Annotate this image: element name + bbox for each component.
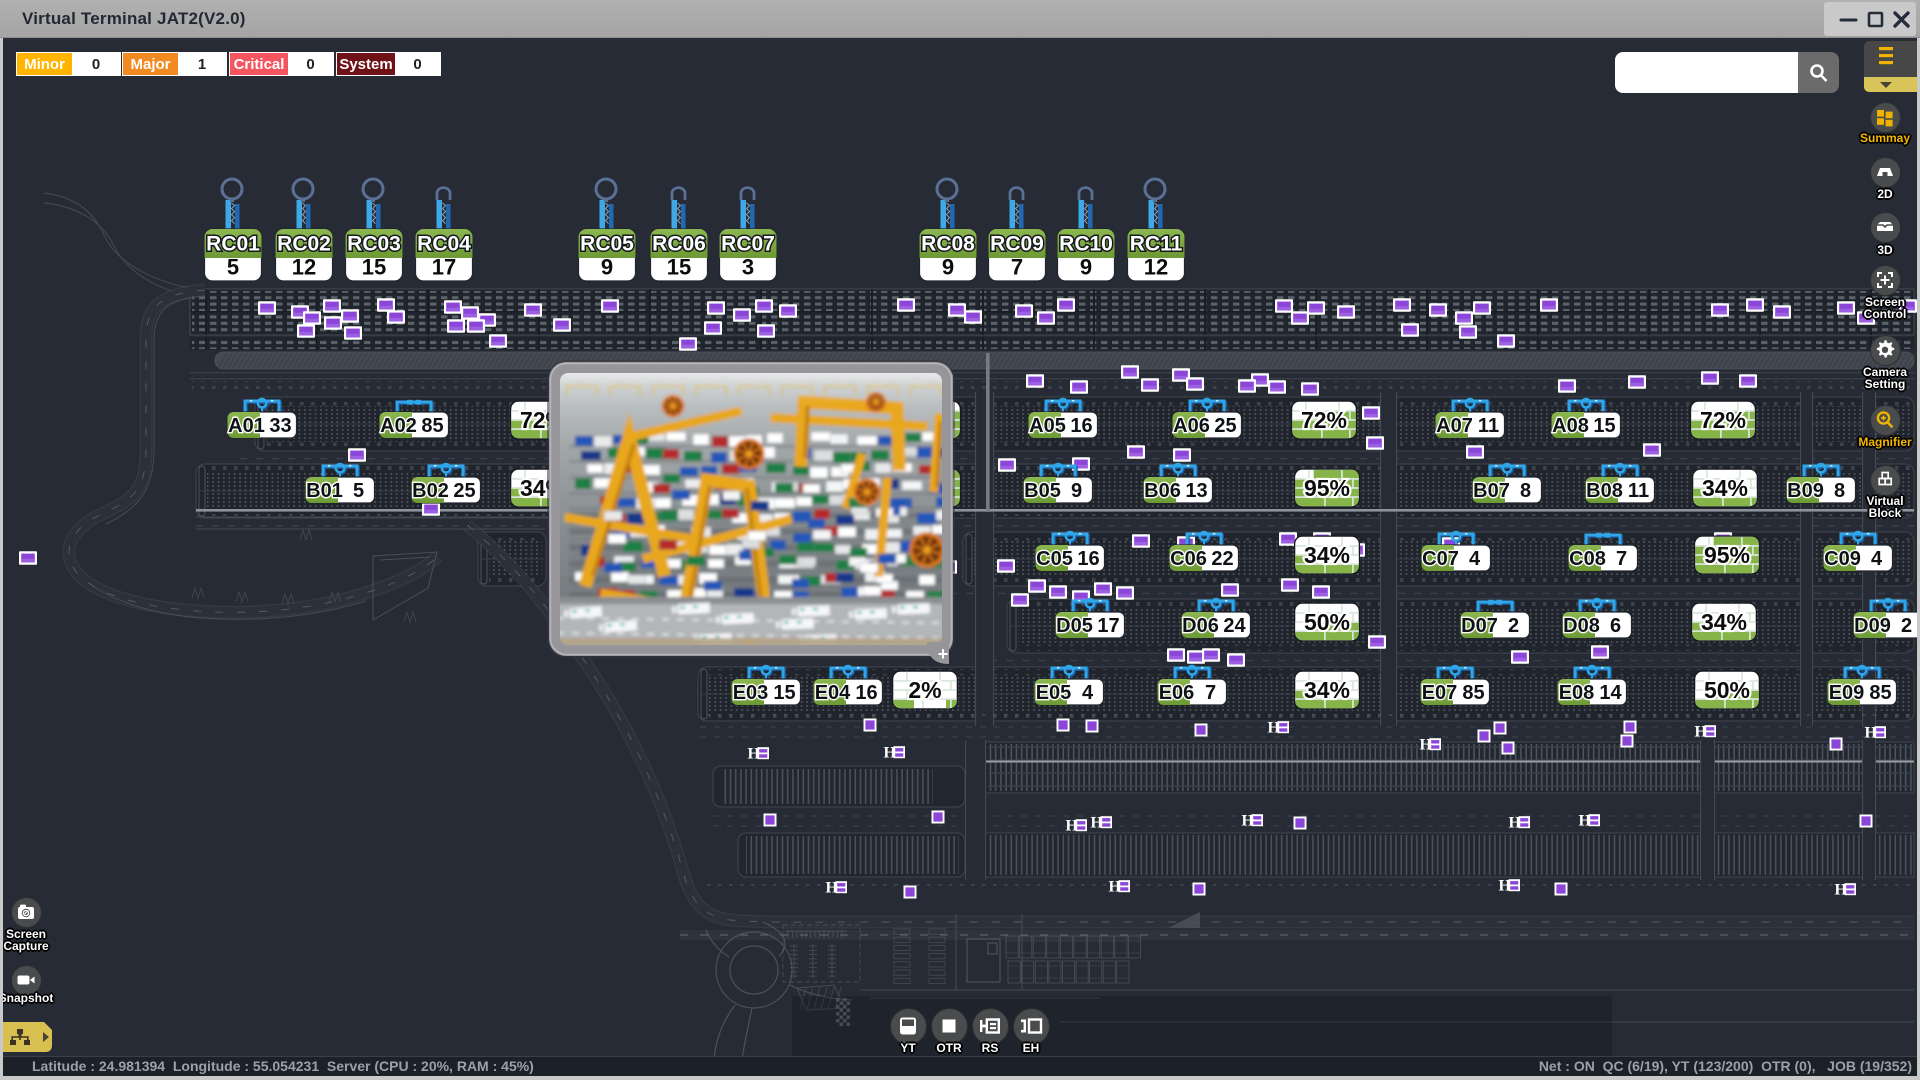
svg-text:RC10: RC10 (1059, 233, 1113, 256)
svg-text:C07: C07 (1422, 548, 1459, 570)
svg-text:12: 12 (1144, 255, 1168, 280)
svg-text:12: 12 (292, 255, 316, 280)
svg-text:7: 7 (1011, 255, 1023, 280)
svg-text:15: 15 (1593, 415, 1615, 437)
svg-text:4: 4 (1871, 548, 1883, 570)
svg-text:D06: D06 (1182, 615, 1219, 637)
svg-text:9: 9 (601, 255, 613, 280)
svg-text:B08: B08 (1586, 480, 1623, 502)
svg-text:34%: 34% (1304, 542, 1350, 568)
svg-text:B01: B01 (306, 480, 343, 502)
svg-text:C08: C08 (1569, 548, 1606, 570)
svg-text:B07: B07 (1473, 480, 1510, 502)
svg-text:C06: C06 (1170, 548, 1207, 570)
svg-text:95%: 95% (1304, 475, 1350, 501)
svg-text:25: 25 (453, 480, 475, 502)
svg-text:34%: 34% (1702, 475, 1748, 501)
svg-text:E03: E03 (733, 682, 769, 704)
svg-text:9: 9 (1080, 255, 1092, 280)
svg-text:A06: A06 (1173, 415, 1210, 437)
svg-text:D07: D07 (1461, 615, 1498, 637)
svg-text:B06: B06 (1144, 480, 1181, 502)
svg-text:9: 9 (1071, 480, 1082, 502)
svg-text:17: 17 (1097, 615, 1119, 637)
svg-text:B09: B09 (1787, 480, 1824, 502)
svg-text:85: 85 (1462, 682, 1484, 704)
svg-text:3: 3 (742, 255, 754, 280)
svg-text:34%: 34% (1304, 677, 1350, 703)
svg-text:C09: C09 (1824, 548, 1861, 570)
svg-text:E09: E09 (1829, 682, 1865, 704)
svg-text:E06: E06 (1159, 682, 1195, 704)
svg-text:72%: 72% (1700, 407, 1746, 433)
svg-text:4: 4 (1469, 548, 1481, 570)
svg-text:A01: A01 (228, 415, 265, 437)
svg-text:A02: A02 (380, 415, 417, 437)
svg-text:85: 85 (421, 415, 443, 437)
svg-text:15: 15 (667, 255, 691, 280)
svg-text:5: 5 (227, 255, 239, 280)
svg-text:+: + (938, 644, 949, 664)
svg-text:25: 25 (1214, 415, 1236, 437)
svg-text:7: 7 (1616, 548, 1627, 570)
svg-text:A05: A05 (1029, 415, 1066, 437)
svg-text:D08: D08 (1563, 615, 1600, 637)
svg-text:16: 16 (1070, 415, 1092, 437)
svg-text:D05: D05 (1056, 615, 1093, 637)
svg-text:17: 17 (432, 255, 456, 280)
svg-text:15: 15 (362, 255, 386, 280)
svg-text:7: 7 (1205, 682, 1216, 704)
svg-text:E08: E08 (1559, 682, 1595, 704)
svg-text:95%: 95% (1704, 542, 1750, 568)
svg-text:RC02: RC02 (277, 233, 331, 256)
svg-text:2: 2 (1901, 615, 1912, 637)
svg-text:2: 2 (1508, 615, 1519, 637)
svg-text:B05: B05 (1024, 480, 1061, 502)
svg-text:RC04: RC04 (417, 233, 471, 256)
svg-text:RC01: RC01 (206, 233, 260, 256)
svg-text:6: 6 (1610, 615, 1621, 637)
svg-text:13: 13 (1185, 480, 1207, 502)
svg-text:16: 16 (855, 682, 877, 704)
svg-text:RC09: RC09 (990, 233, 1044, 256)
svg-text:15: 15 (773, 682, 795, 704)
svg-text:33: 33 (269, 415, 291, 437)
svg-text:85: 85 (1869, 682, 1891, 704)
svg-text:2%: 2% (908, 677, 941, 703)
svg-text:8: 8 (1520, 480, 1531, 502)
svg-text:50%: 50% (1704, 677, 1750, 703)
svg-text:E07: E07 (1422, 682, 1458, 704)
svg-text:34%: 34% (1701, 609, 1747, 635)
svg-text:14: 14 (1599, 682, 1622, 704)
svg-text:RC08: RC08 (921, 233, 975, 256)
svg-text:4: 4 (1082, 682, 1094, 704)
svg-text:RC05: RC05 (580, 233, 634, 256)
svg-text:50%: 50% (1304, 609, 1350, 635)
svg-text:5: 5 (353, 480, 364, 502)
svg-text:RC03: RC03 (347, 233, 401, 256)
svg-text:9: 9 (942, 255, 954, 280)
svg-text:A08: A08 (1552, 415, 1589, 437)
svg-text:E05: E05 (1036, 682, 1072, 704)
svg-text:72%: 72% (1301, 407, 1347, 433)
svg-text:16: 16 (1077, 548, 1099, 570)
svg-text:RC06: RC06 (652, 233, 706, 256)
svg-text:22: 22 (1211, 548, 1233, 570)
svg-text:E04: E04 (815, 682, 851, 704)
svg-text:A07: A07 (1436, 415, 1473, 437)
svg-text:24: 24 (1223, 615, 1246, 637)
svg-text:B02: B02 (412, 480, 449, 502)
svg-text:11: 11 (1478, 415, 1499, 437)
svg-text:RC07: RC07 (721, 233, 775, 256)
svg-text:D09: D09 (1854, 615, 1891, 637)
svg-text:11: 11 (1628, 480, 1649, 502)
svg-text:RC11: RC11 (1130, 233, 1183, 256)
svg-text:C05: C05 (1036, 548, 1073, 570)
